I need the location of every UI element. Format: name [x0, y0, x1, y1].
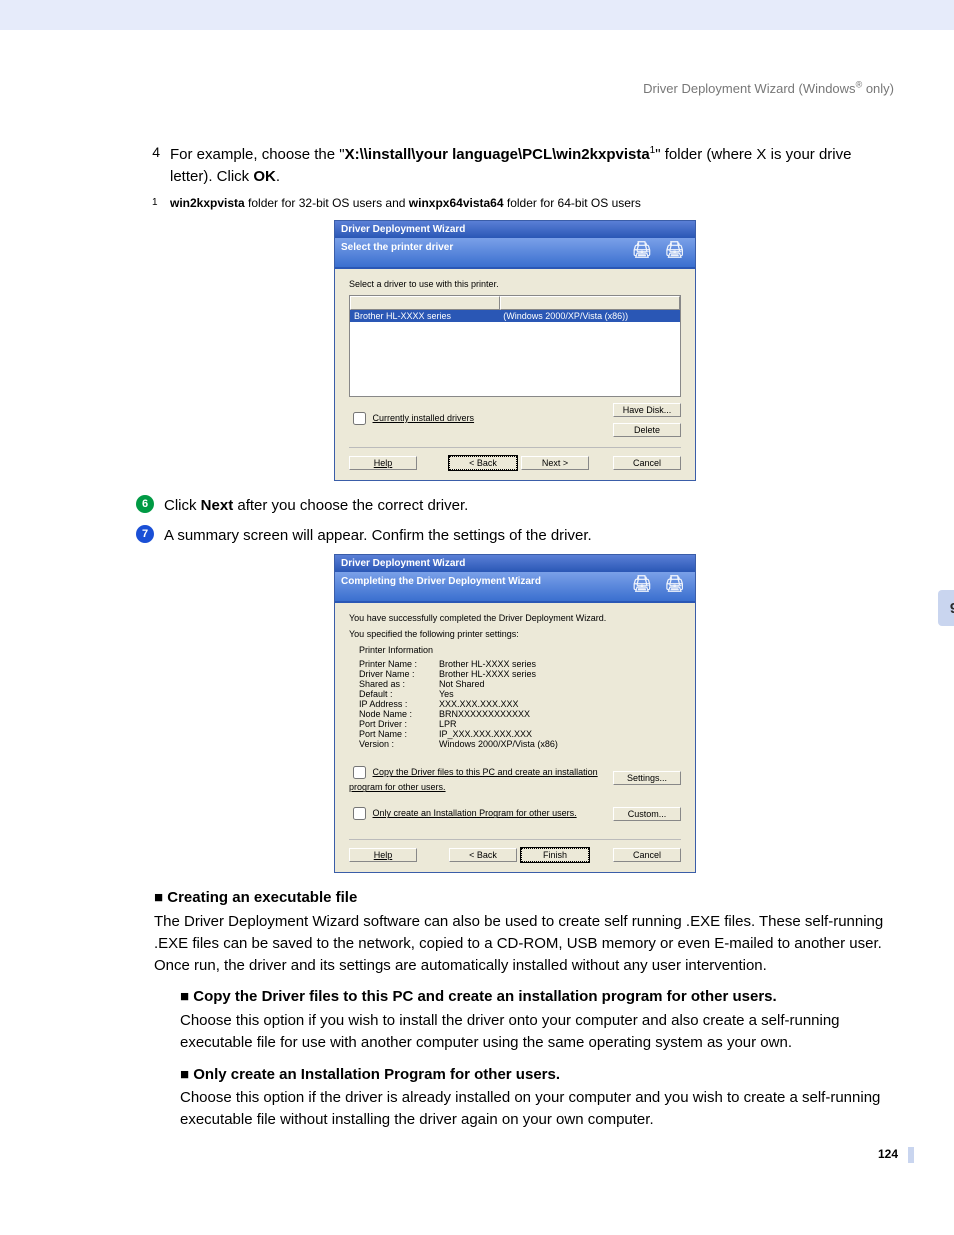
dlg2-line2: You specified the following printer sett… [349, 629, 681, 639]
info-key: Node Name : [359, 709, 439, 719]
info-key: IP Address : [359, 699, 439, 709]
footnote-1: 1 win2kxpvista folder for 32-bit OS user… [170, 196, 894, 210]
footnote-1-p1: win2kxpvista [170, 196, 245, 210]
cancel-button[interactable]: Cancel [613, 456, 681, 470]
info-value: Not Shared [439, 679, 485, 689]
s2-head: Copy the Driver files to this PC and cre… [180, 988, 777, 1005]
step4-ok: OK [253, 168, 276, 185]
step-7: 7 A summary screen will appear. Confirm … [136, 525, 894, 547]
next-button[interactable]: Next > [521, 456, 589, 470]
dlg2-check2-label: Only create an Installation Program for … [373, 808, 577, 818]
info-row: Printer Name :Brother HL-XXXX series [359, 659, 681, 669]
dlg1-subtitle: Select the printer driver [341, 242, 453, 253]
info-key: Driver Name : [359, 669, 439, 679]
footnote-1-num: 1 [152, 197, 158, 208]
info-value: XXX.XXX.XXX.XXX [439, 699, 519, 709]
step4-post: . [276, 168, 280, 185]
dialog-completing-wizard: Driver Deployment Wizard Completing the … [334, 554, 696, 873]
dlg1-list-col1: Brother HL-XXXX series [350, 310, 499, 322]
step4-pre: For example, choose the " [170, 146, 345, 163]
dlg1-check-label: Currently installed drivers [373, 413, 475, 423]
header-text: Driver Deployment Wizard (Windows® only) [643, 81, 894, 96]
dlg1-prompt: Select a driver to use with this printer… [349, 279, 681, 289]
s3-head: Only create an Installation Program for … [180, 1066, 560, 1083]
dlg2-header: Completing the Driver Deployment Wizard … [335, 572, 695, 601]
info-row: Port Driver :LPR [359, 719, 681, 729]
s1-head: Creating an executable file [154, 889, 357, 906]
info-key: Default : [359, 689, 439, 699]
dlg2-check-only[interactable] [353, 807, 366, 820]
footnote-1-t2: folder for 64-bit OS users [504, 196, 641, 210]
info-row: Node Name :BRNXXXXXXXXXXXX [359, 709, 681, 719]
info-value: IP_XXX.XXX.XXX.XXX [439, 729, 532, 739]
chapter-tab: 9 [938, 590, 954, 626]
dlg1-titlebar: Driver Deployment Wizard [335, 221, 695, 238]
page-header: Driver Deployment Wizard (Windows® only) [136, 80, 894, 96]
info-row: Driver Name :Brother HL-XXXX series [359, 669, 681, 679]
custom-button[interactable]: Custom... [613, 807, 681, 821]
page-number-bar [908, 1147, 914, 1163]
info-value: Brother HL-XXXX series [439, 659, 536, 669]
info-value: Brother HL-XXXX series [439, 669, 536, 679]
info-value: Yes [439, 689, 454, 699]
info-value: BRNXXXXXXXXXXXX [439, 709, 530, 719]
info-row: Version :Windows 2000/XP/Vista (x86) [359, 739, 681, 749]
step-6: 6 Click Next after you choose the correc… [136, 495, 894, 517]
info-key: Port Driver : [359, 719, 439, 729]
dlg1-check-installed[interactable] [353, 412, 366, 425]
dlg2-info-table: Printer Name :Brother HL-XXXX seriesDriv… [359, 659, 681, 749]
info-row: Shared as :Not Shared [359, 679, 681, 689]
page-number: 124 [878, 1147, 898, 1161]
back-button[interactable]: < Back [449, 456, 517, 470]
dlg1-driver-list[interactable]: Brother HL-XXXX series (Windows 2000/XP/… [349, 295, 681, 397]
printer-icons: 🖨 🖨 [632, 240, 689, 260]
footnote-1-p2: winxpx64vista64 [409, 196, 504, 210]
info-row: Default :Yes [359, 689, 681, 699]
dlg2-info-header: Printer Information [359, 645, 681, 655]
s1-body: The Driver Deployment Wizard software ca… [154, 911, 894, 976]
info-key: Port Name : [359, 729, 439, 739]
dlg2-line1: You have successfully completed the Driv… [349, 613, 681, 623]
dlg2-check1-label: Copy the Driver files to this PC and cre… [349, 767, 598, 792]
settings-button[interactable]: Settings... [613, 771, 681, 785]
printer-icons-2: 🖨 🖨 [632, 574, 689, 594]
step-7-badge: 7 [136, 525, 154, 543]
dlg2-titlebar: Driver Deployment Wizard [335, 555, 695, 572]
step-6-badge: 6 [136, 495, 154, 513]
top-accent-bar [0, 0, 954, 30]
info-value: Windows 2000/XP/Vista (x86) [439, 739, 558, 749]
step6-pre: Click [164, 497, 201, 514]
back-button-2[interactable]: < Back [449, 848, 517, 862]
help-button-2[interactable]: Help [349, 848, 417, 862]
dlg1-list-col2: (Windows 2000/XP/Vista (x86)) [499, 310, 680, 322]
info-value: LPR [439, 719, 457, 729]
step-4-number: 4 [136, 144, 160, 188]
s2-body: Choose this option if you wish to instal… [180, 1010, 894, 1054]
step6-bold: Next [201, 497, 234, 514]
info-row: IP Address :XXX.XXX.XXX.XXX [359, 699, 681, 709]
dlg2-check-copy[interactable] [353, 766, 366, 779]
delete-button[interactable]: Delete [613, 423, 681, 437]
finish-button[interactable]: Finish [521, 848, 589, 862]
info-key: Version : [359, 739, 439, 749]
step-4: 4 For example, choose the "X:\\install\y… [136, 144, 894, 188]
cancel-button-2[interactable]: Cancel [613, 848, 681, 862]
s3-body: Choose this option if the driver is alre… [180, 1087, 894, 1131]
info-row: Port Name :IP_XXX.XXX.XXX.XXX [359, 729, 681, 739]
step7-text: A summary screen will appear. Confirm th… [164, 525, 894, 547]
dialog-select-printer-driver: Driver Deployment Wizard Select the prin… [334, 220, 696, 481]
dlg1-header: Select the printer driver 🖨 🖨 [335, 238, 695, 267]
footnote-1-t1: folder for 32-bit OS users and [245, 196, 409, 210]
info-key: Printer Name : [359, 659, 439, 669]
help-button[interactable]: Help [349, 456, 417, 470]
dlg2-subtitle: Completing the Driver Deployment Wizard [341, 576, 541, 587]
step4-path: X:\\install\your language\PCL\win2kxpvis… [345, 146, 650, 163]
section-creating-exe: Creating an executable file The Driver D… [154, 887, 894, 1131]
info-key: Shared as : [359, 679, 439, 689]
page-content: Driver Deployment Wizard (Windows® only)… [0, 30, 954, 1181]
step6-post: after you choose the correct driver. [233, 497, 468, 514]
have-disk-button[interactable]: Have Disk... [613, 403, 681, 417]
